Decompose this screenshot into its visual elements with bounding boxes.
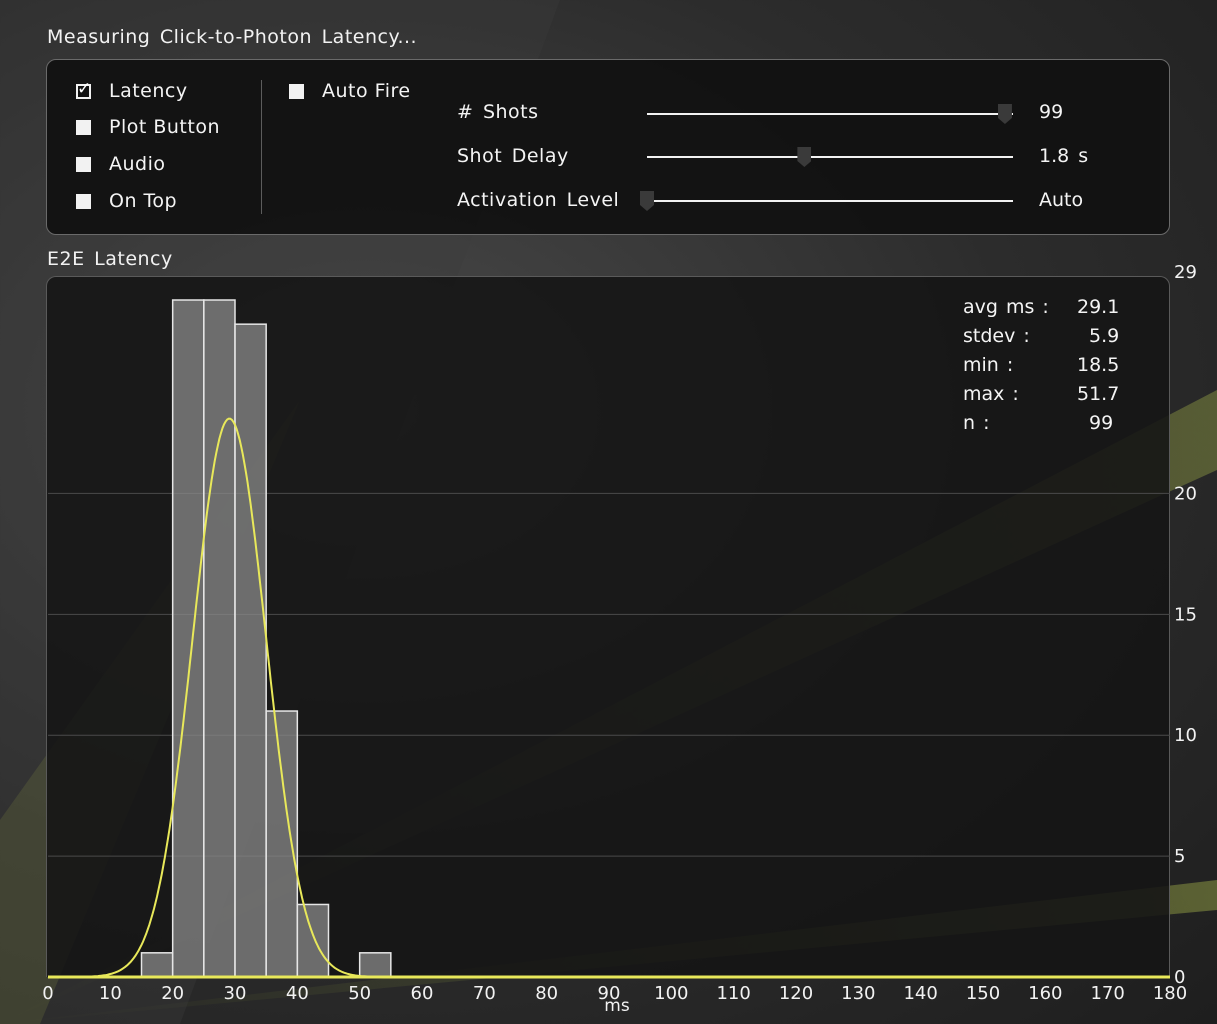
histogram-bar <box>203 299 236 978</box>
x-tick-label: 0 <box>42 983 53 1004</box>
stat-min: min : 18.5 <box>963 354 1119 383</box>
stat-value: 18.5 <box>1077 354 1120 376</box>
x-tick-label: 60 <box>411 983 434 1004</box>
histogram-bar <box>171 299 205 978</box>
stat-value: 5.9 <box>1089 325 1120 347</box>
x-tick-label: 110 <box>716 983 750 1004</box>
stat-avg: avg ms : 29.1 <box>963 296 1119 325</box>
stat-value: 51.7 <box>1077 383 1120 405</box>
x-tick-label: 150 <box>966 983 1000 1004</box>
x-tick-label: 80 <box>535 983 558 1004</box>
y-tick-label: 0 <box>1174 967 1185 988</box>
stat-label: min : <box>963 354 1014 376</box>
y-tick-label: 29 <box>1174 262 1197 283</box>
y-tick-label: 15 <box>1174 604 1197 625</box>
y-tick-label: 20 <box>1174 483 1197 504</box>
y-tick-label: 5 <box>1174 846 1185 867</box>
x-tick-label: 140 <box>903 983 937 1004</box>
x-tick-label: 120 <box>779 983 813 1004</box>
histogram-bar <box>358 952 392 978</box>
x-tick-label: 40 <box>286 983 309 1004</box>
latency-histogram: 0 10 20 30 40 50 60 70 80 90 100 110 120 130 140 150 160… <box>42 262 1197 1016</box>
stat-stdev: stdev : 5.9 <box>963 325 1119 354</box>
x-tick-label: 50 <box>348 983 371 1004</box>
x-tick-label: 10 <box>99 983 122 1004</box>
stats-panel: avg ms : 29.1 stdev : 5.9 min : 18.5 max : 5… <box>963 296 1119 441</box>
stat-n: n : 99 <box>963 412 1113 441</box>
stat-max: max : 51.7 <box>963 383 1119 412</box>
stat-label: avg ms : <box>963 296 1049 318</box>
x-tick-label: 100 <box>654 983 688 1004</box>
x-tick-label: 170 <box>1090 983 1124 1004</box>
histogram-bar <box>140 952 174 978</box>
x-axis-label: ms <box>604 996 630 1016</box>
histogram-bar <box>296 903 330 978</box>
stat-label: max : <box>963 383 1019 405</box>
y-tick-label: 10 <box>1174 725 1197 746</box>
stat-label: stdev : <box>963 325 1030 347</box>
stat-value: 99 <box>1089 412 1114 434</box>
x-tick-label: 160 <box>1028 983 1062 1004</box>
x-tick-label: 130 <box>841 983 875 1004</box>
histogram-bar <box>234 323 267 978</box>
x-tick-label: 70 <box>473 983 496 1004</box>
stat-value: 29.1 <box>1077 296 1120 318</box>
x-tick-label: 30 <box>224 983 247 1004</box>
x-tick-label: 20 <box>161 983 184 1004</box>
stat-label: n : <box>963 412 990 434</box>
